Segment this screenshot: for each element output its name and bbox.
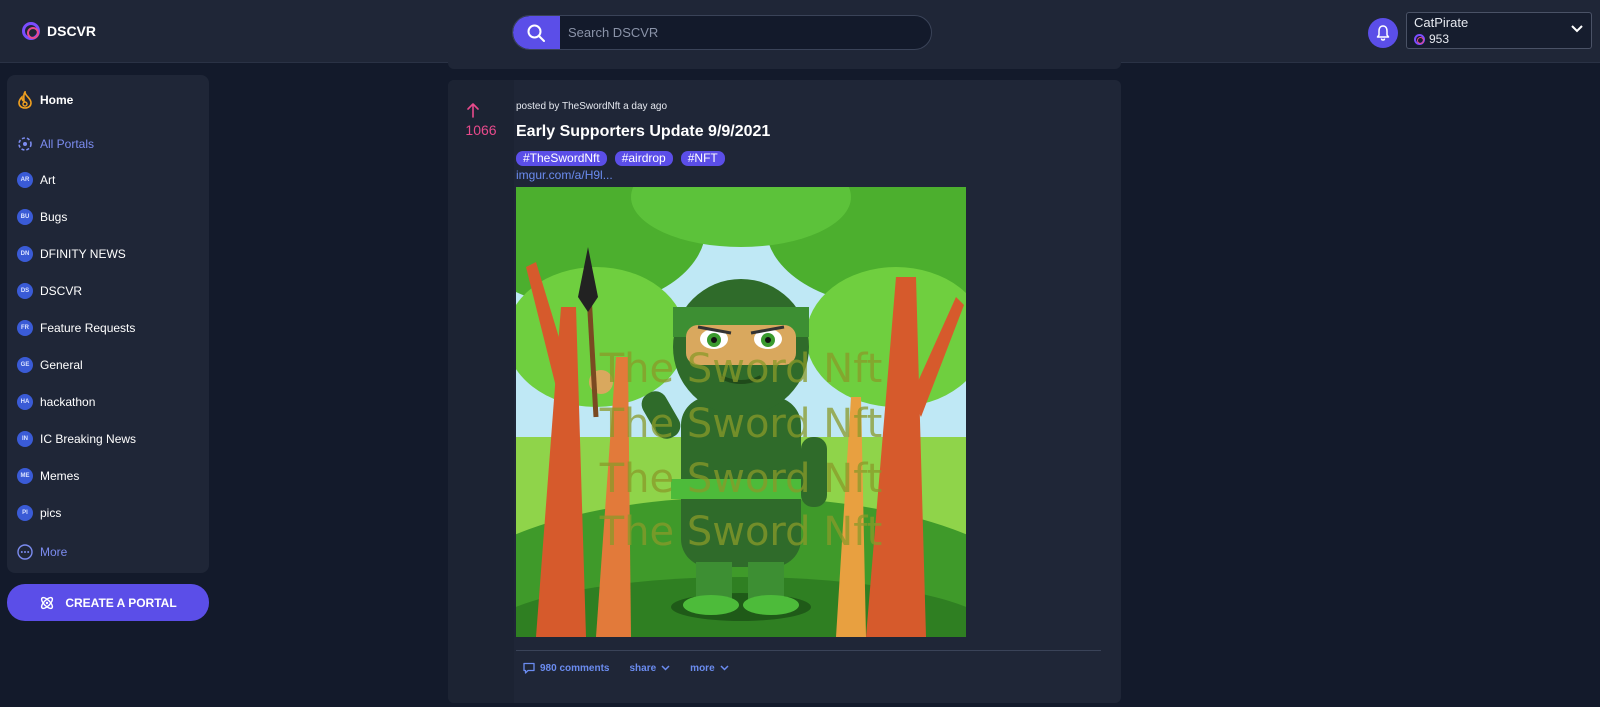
vote-count: 1066 (465, 122, 497, 138)
dscvr-logo-icon (22, 22, 40, 40)
portals-icon (18, 137, 32, 151)
search-button[interactable] (513, 16, 560, 49)
portal-avatar: DS (17, 283, 33, 299)
sidebar-item-dscvr[interactable]: DS DSCVR (17, 280, 82, 302)
notifications-button[interactable] (1368, 18, 1398, 48)
sidebar-item-label: Bugs (40, 210, 68, 224)
sidebar-item-hackathon[interactable]: HA hackathon (17, 391, 95, 413)
create-portal-button[interactable]: CREATE A PORTAL (7, 584, 209, 621)
search-icon (527, 24, 545, 42)
post-actions: 980 comments share more (523, 662, 729, 674)
create-portal-icon (41, 596, 54, 609)
points-value: 953 (1429, 32, 1450, 46)
tag[interactable]: #NFT (680, 151, 725, 166)
portal-avatar: AR (17, 172, 33, 188)
sidebar-item-label: Home (40, 93, 74, 107)
sidebar-item-home[interactable]: Home (17, 89, 73, 111)
sidebar-item-general[interactable]: GE General (17, 354, 83, 376)
logo[interactable]: DSCVR (22, 22, 96, 40)
comments-label: 980 comments (540, 662, 610, 674)
portal-avatar: ME (17, 468, 33, 484)
post-card: 1066 posted by TheSwordNft a day ago Ear… (448, 80, 1121, 703)
sidebar-item-label: DSCVR (40, 284, 83, 298)
chevron-down-icon (720, 665, 729, 671)
top-bar: DSCVR CatPirate 953 (0, 0, 1600, 63)
svg-text:The Sword Nft: The Sword Nft (599, 401, 883, 447)
sidebar-item-label: General (40, 358, 83, 372)
sidebar-item-dfinity-news[interactable]: DN DFINITY NEWS (17, 243, 126, 265)
svg-text:The Sword Nft: The Sword Nft (599, 346, 883, 392)
sidebar-item-label: DFINITY NEWS (40, 247, 126, 261)
chevron-down-icon (661, 665, 670, 671)
vote-column: 1066 (448, 80, 514, 703)
sidebar-item-feature-requests[interactable]: FR Feature Requests (17, 317, 135, 339)
tag[interactable]: #TheSwordNft (516, 151, 607, 166)
create-portal-label: CREATE A PORTAL (65, 595, 177, 610)
sidebar-item-label: IC Breaking News (40, 432, 137, 446)
username: CatPirate (1414, 15, 1469, 30)
sidebar-item-pics[interactable]: PI pics (17, 502, 61, 524)
bell-icon (1376, 25, 1390, 41)
user-points: 953 (1414, 32, 1449, 46)
sidebar-item-label: Feature Requests (40, 321, 136, 335)
sidebar-item-more[interactable]: More (17, 541, 67, 563)
search-input[interactable] (568, 16, 923, 49)
post-title[interactable]: Early Supporters Update 9/9/2021 (516, 123, 770, 141)
sidebar: Home All Portals AR Art BU Bugs DN DFINI… (7, 75, 209, 573)
sidebar-item-all-portals[interactable]: All Portals (17, 133, 94, 155)
tag[interactable]: #airdrop (614, 151, 673, 166)
home-icon (18, 91, 32, 109)
points-icon (1414, 33, 1425, 45)
sidebar-item-label: pics (40, 506, 62, 520)
post-tags: #TheSwordNft #airdrop #NFT (516, 151, 725, 166)
share-label: share (629, 662, 657, 674)
comments-button[interactable]: 980 comments (523, 662, 609, 674)
portal-avatar: GE (17, 357, 33, 373)
ninja-illustration: The Sword Nft The Sword Nft The Sword Nf… (516, 187, 966, 637)
portal-avatar: IN (17, 431, 33, 447)
post-link[interactable]: imgur.com/a/H9l... (516, 168, 613, 182)
portal-avatar: HA (17, 394, 33, 410)
svg-text:The Sword Nft: The Sword Nft (599, 456, 883, 502)
sidebar-item-label: hackathon (40, 395, 96, 409)
search-bar (512, 15, 932, 50)
chevron-down-icon (1571, 25, 1583, 33)
comment-icon (523, 662, 535, 674)
portal-avatar: BU (17, 209, 33, 225)
sidebar-item-label: Memes (40, 469, 80, 483)
post-image[interactable]: The Sword Nft The Sword Nft The Sword Nf… (516, 187, 966, 637)
more-button[interactable]: more (690, 662, 729, 674)
share-button[interactable]: share (629, 663, 670, 674)
sidebar-item-ic-breaking-news[interactable]: IN IC Breaking News (17, 428, 136, 450)
portal-avatar: FR (17, 320, 33, 336)
sidebar-item-label: More (40, 545, 68, 559)
post-divider (516, 650, 1101, 651)
portal-avatar: DN (17, 246, 33, 262)
sidebar-item-label: Art (40, 173, 56, 187)
more-icon (17, 544, 33, 560)
svg-text:The Sword Nft: The Sword Nft (599, 509, 883, 555)
upvote-icon[interactable] (466, 102, 480, 118)
post-meta: posted by TheSwordNft a day ago (516, 101, 668, 112)
previous-post-card (448, 55, 1121, 69)
sidebar-item-memes[interactable]: ME Memes (17, 465, 79, 487)
logo-text: DSCVR (47, 23, 97, 39)
more-label: more (690, 662, 715, 674)
sidebar-item-bugs[interactable]: BU Bugs (17, 206, 67, 228)
user-menu[interactable]: CatPirate 953 (1406, 12, 1592, 49)
sidebar-item-art[interactable]: AR Art (17, 169, 55, 191)
portal-avatar: PI (17, 505, 33, 521)
sidebar-item-label: All Portals (40, 137, 95, 151)
